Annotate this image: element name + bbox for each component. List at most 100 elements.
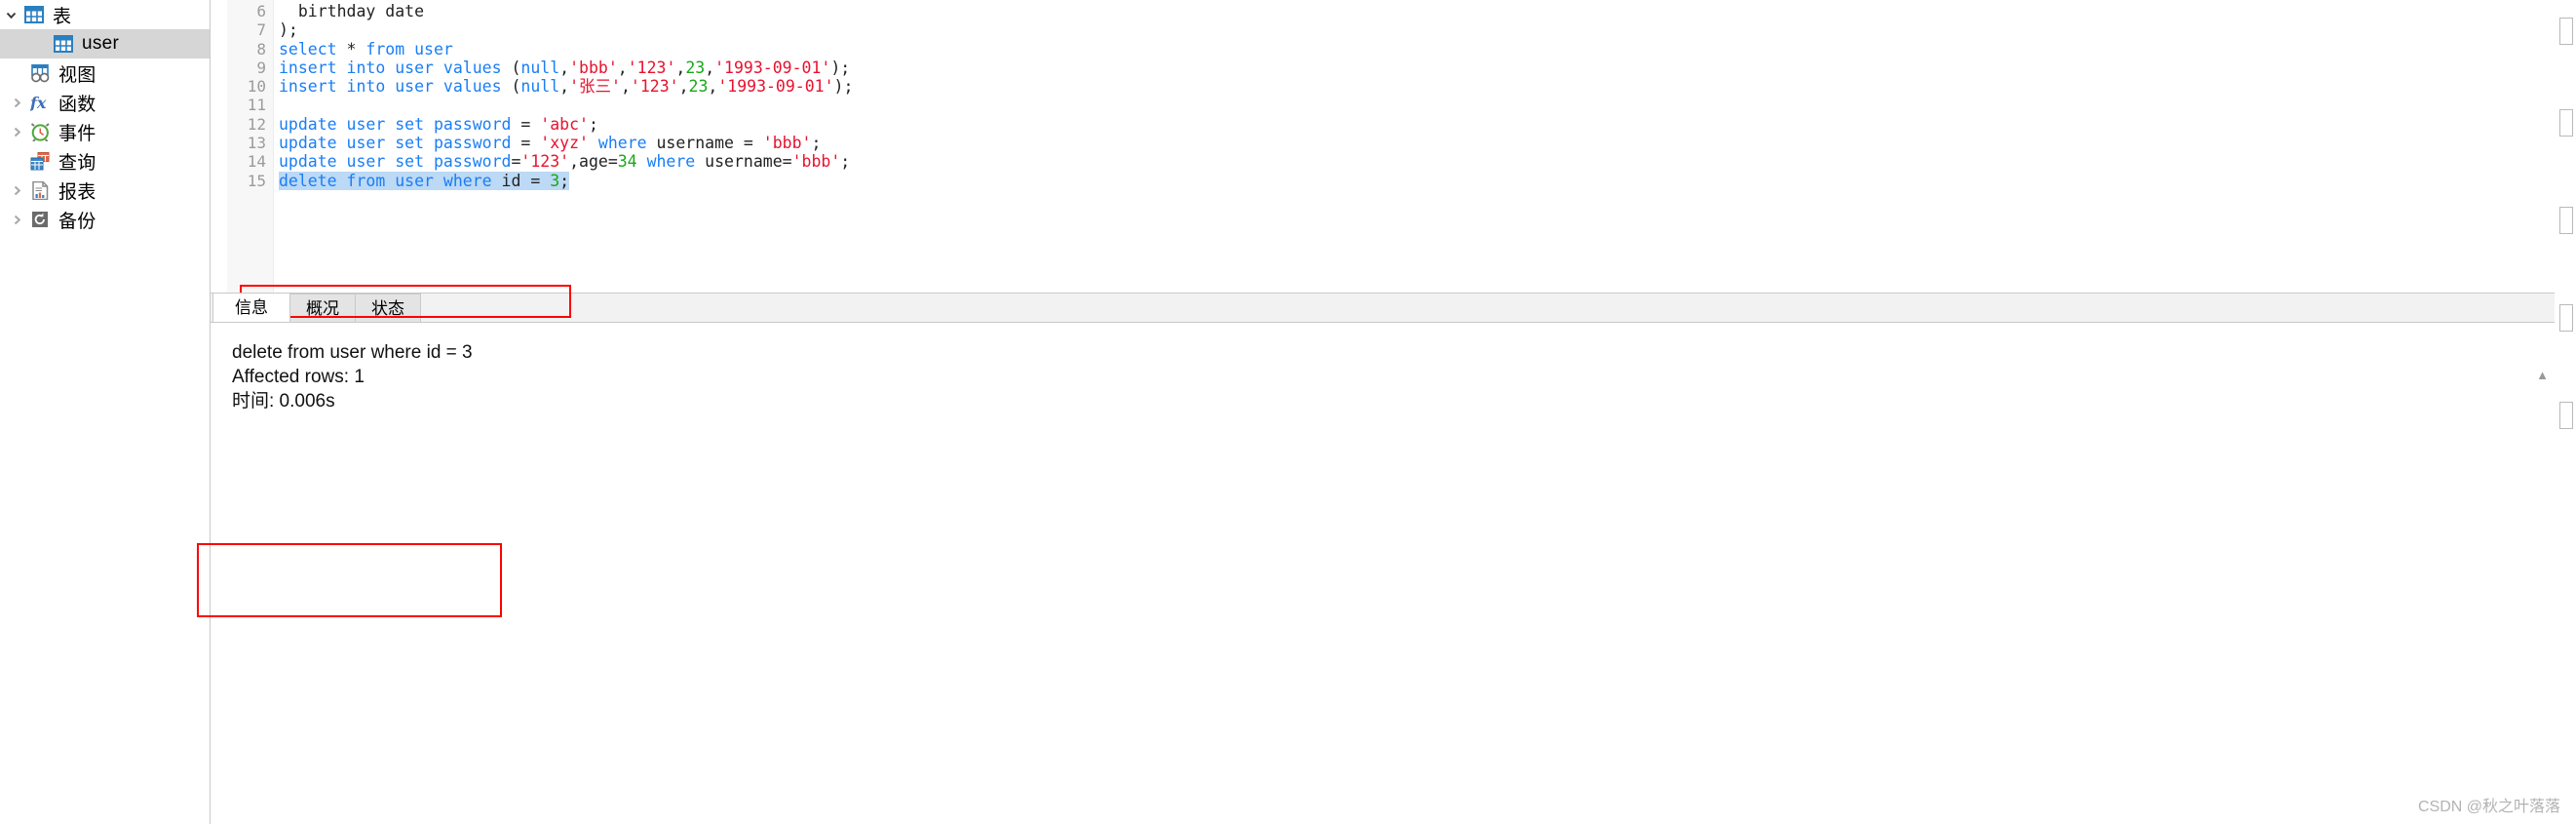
- sidebar-item-3[interactable]: 视图: [0, 59, 210, 88]
- code-token: values: [442, 58, 502, 77]
- code-token: set: [395, 134, 425, 153]
- line-number: 6: [256, 2, 266, 20]
- code-line[interactable]: insert into user values (null,'张三','123'…: [274, 77, 2576, 96]
- code-token: ;: [840, 152, 851, 172]
- line-number: 7: [256, 20, 266, 40]
- code-token: (: [501, 77, 521, 97]
- function-fx-icon: fx: [27, 91, 53, 114]
- code-token: null: [520, 77, 560, 97]
- code-line[interactable]: birthday date: [274, 2, 2576, 20]
- code-line[interactable]: insert into user values (null,'bbb','123…: [274, 59, 2576, 77]
- code-token: birthday date: [297, 2, 425, 20]
- code-token: ,: [705, 58, 715, 77]
- code-token: where: [646, 152, 696, 172]
- code-token: '1993-09-01': [717, 77, 834, 97]
- line-number: 8: [256, 39, 266, 59]
- code-line[interactable]: delete from user where id = 3;: [274, 171, 2576, 190]
- chevron-right-icon[interactable]: [6, 97, 27, 109]
- line-number: 14: [247, 152, 266, 172]
- sidebar-item-2[interactable]: user: [0, 29, 210, 59]
- code-token: *: [346, 39, 357, 59]
- sidebar-item-label: 视图: [58, 64, 96, 86]
- code-token: update: [279, 114, 337, 134]
- report-doc-icon: [27, 178, 53, 202]
- query-icon: [27, 149, 53, 173]
- tab-2[interactable]: 概况: [289, 294, 356, 322]
- navicat-window: 表 user 视图 fx 函数 事件 查询报表备份 6 7 8 9 10 11 12 13 14 15 bir…: [0, 0, 2576, 824]
- tab-3[interactable]: 状态: [355, 294, 421, 322]
- object-tree-sidebar: 表 user 视图 fx 函数 事件 查询报表备份: [0, 0, 211, 824]
- sidebar-item-label: user: [82, 33, 120, 54]
- code-token: null: [520, 58, 560, 77]
- code-token: user: [346, 152, 386, 172]
- database-object-tree[interactable]: 表 user 视图 fx 函数 事件 查询报表备份: [0, 0, 210, 234]
- table-grid-icon: [51, 32, 76, 56]
- chevron-right-icon[interactable]: [6, 126, 27, 138]
- code-token: 'bbb': [762, 134, 812, 153]
- code-token: =: [511, 152, 521, 172]
- code-token: where: [442, 171, 492, 190]
- code-token: 23: [685, 58, 706, 77]
- chevron-right-icon[interactable]: [6, 214, 27, 226]
- sidebar-item-8[interactable]: 备份: [0, 205, 210, 234]
- sidebar-item-1[interactable]: 表: [0, 0, 210, 29]
- sidebar-item-label: 报表: [58, 181, 96, 203]
- code-token: );: [279, 20, 298, 40]
- line-number: 15: [247, 171, 266, 190]
- results-tabstrip[interactable]: 信息 概况 状态: [211, 293, 2576, 323]
- rail-mark-5: [2559, 402, 2573, 429]
- chevron-right-icon[interactable]: [6, 184, 27, 197]
- code-line[interactable]: update user set password = 'abc';: [274, 115, 2576, 134]
- code-token: update: [279, 134, 337, 153]
- code-token: ,: [678, 77, 689, 97]
- chevron-down-icon[interactable]: [0, 9, 21, 21]
- code-token: delete: [279, 171, 337, 190]
- tab-1[interactable]: 信息: [212, 293, 290, 322]
- code-line[interactable]: update user set password='123',age=34 wh…: [274, 152, 2576, 171]
- code-line[interactable]: update user set password = 'xyz' where u…: [274, 134, 2576, 152]
- sidebar-item-6[interactable]: 查询: [0, 146, 210, 176]
- message-line: Affected rows: 1: [232, 367, 365, 387]
- table-grid-icon: [21, 3, 47, 26]
- code-line[interactable]: );: [274, 20, 2576, 39]
- line-number: 12: [247, 114, 266, 134]
- code-token: =: [511, 114, 541, 134]
- code-token: ;: [588, 114, 598, 134]
- code-token: values: [442, 77, 502, 97]
- code-token: ,: [620, 77, 631, 97]
- sidebar-item-5[interactable]: 事件: [0, 117, 210, 146]
- code-token: '张三': [569, 77, 621, 97]
- code-line[interactable]: [274, 96, 2576, 114]
- code-token: password: [433, 152, 512, 172]
- rail-mark-4: [2559, 304, 2573, 332]
- code-token: 3: [550, 171, 560, 190]
- sidebar-item-label: 备份: [58, 211, 96, 232]
- sql-code-content[interactable]: birthday date); select * from user insert …: [274, 0, 2576, 293]
- sql-editor[interactable]: 6 7 8 9 10 11 12 13 14 15 birthday date); select *…: [211, 0, 2576, 293]
- code-token: insert: [279, 58, 337, 77]
- code-token: 'abc': [540, 114, 589, 134]
- line-number-gutter: 6 7 8 9 10 11 12 13 14 15: [227, 0, 274, 293]
- code-line[interactable]: select * from user: [274, 40, 2576, 59]
- csdn-watermark: CSDN @秋之叶落落: [2417, 799, 2560, 815]
- sidebar-item-7[interactable]: 报表: [0, 176, 210, 205]
- code-token: where: [597, 134, 647, 153]
- sidebar-item-4[interactable]: fx 函数: [0, 88, 210, 117]
- rail-mark-2: [2559, 109, 2573, 137]
- scroll-up-icon[interactable]: ▲: [2536, 368, 2549, 382]
- rail-mark-1: [2559, 18, 2573, 45]
- sidebar-item-label: 函数: [58, 94, 96, 115]
